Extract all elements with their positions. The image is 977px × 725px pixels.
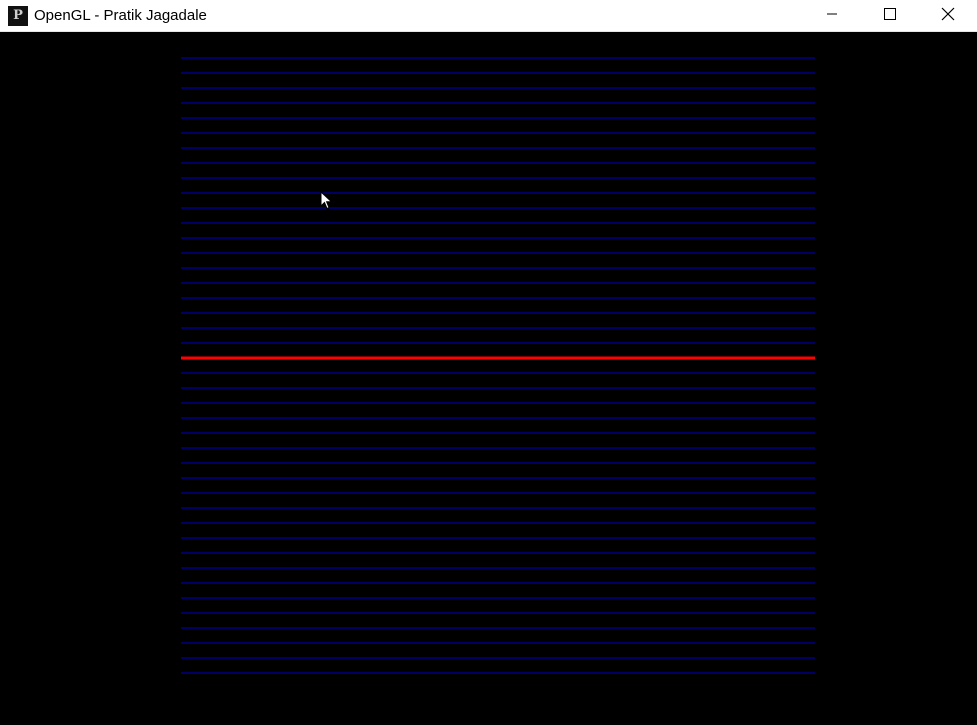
close-icon	[941, 7, 955, 21]
window-controls	[803, 0, 977, 32]
opengl-render-area[interactable]	[0, 33, 977, 725]
title-bar[interactable]: P OpenGL - Pratik Jagadale	[0, 0, 977, 32]
minimize-button[interactable]	[803, 0, 861, 28]
mouse-pointer-icon	[320, 191, 333, 210]
window-title: OpenGL - Pratik Jagadale	[34, 7, 207, 24]
maximize-icon	[884, 8, 896, 20]
maximize-button[interactable]	[861, 0, 919, 28]
opengl-window: P OpenGL - Pratik Jagadale	[0, 0, 977, 725]
minimize-icon	[827, 13, 837, 15]
line-grid	[181, 57, 815, 674]
close-button[interactable]	[919, 0, 977, 28]
app-p-icon: P	[8, 5, 28, 26]
